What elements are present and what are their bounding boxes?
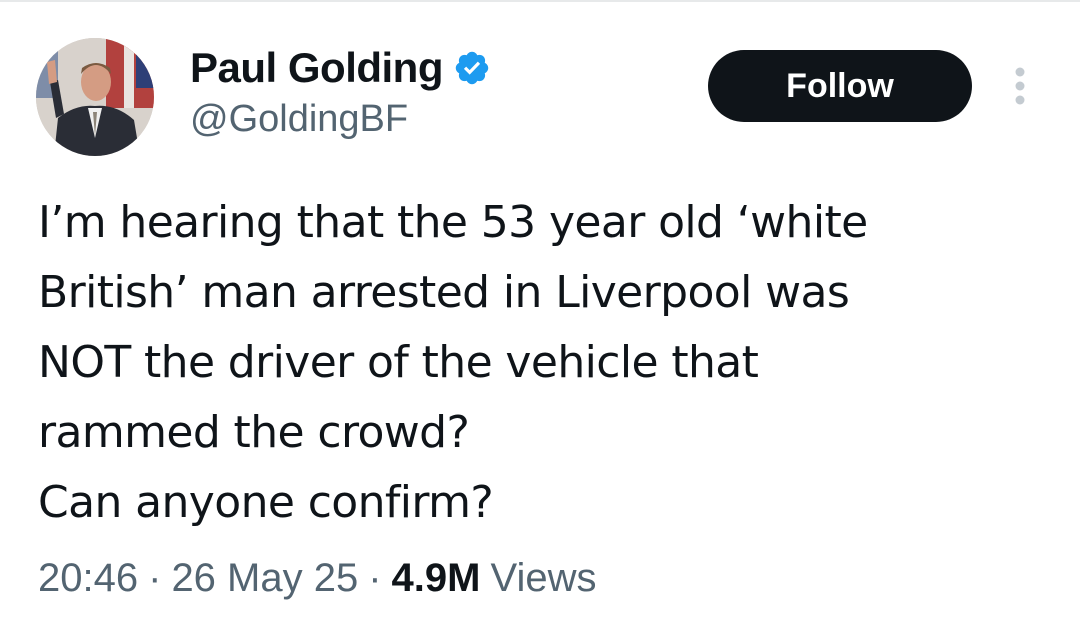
tweet-date[interactable]: 26 May 25 bbox=[171, 556, 358, 601]
views-label: Views bbox=[490, 556, 597, 600]
meta-separator: · bbox=[368, 556, 382, 600]
author-handle[interactable]: @GoldingBF bbox=[190, 98, 408, 141]
views-count[interactable]: 4.9M bbox=[392, 556, 481, 601]
tweet-line: British’ man arrested in Liverpool was bbox=[38, 267, 850, 318]
avatar[interactable] bbox=[36, 38, 154, 156]
top-divider bbox=[0, 0, 1080, 2]
tweet-line: NOT the driver of the vehicle that bbox=[38, 337, 759, 388]
follow-button[interactable]: Follow bbox=[708, 50, 972, 122]
avatar-photo bbox=[36, 38, 154, 156]
tweet-text: I’m hearing that the 53 year old ‘white … bbox=[38, 188, 1048, 538]
meta-separator: · bbox=[148, 556, 162, 600]
author-name-row: Paul Golding bbox=[190, 40, 491, 96]
display-name[interactable]: Paul Golding bbox=[190, 44, 444, 92]
tweet-line: Can anyone confirm? bbox=[38, 477, 494, 528]
tweet-meta: 20:46 · 26 May 25 · 4.9M Views bbox=[38, 556, 596, 601]
tweet-line: I’m hearing that the 53 year old ‘white bbox=[38, 197, 868, 248]
more-vertical-icon[interactable] bbox=[1006, 64, 1034, 108]
tweet-line: rammed the crowd? bbox=[38, 407, 470, 458]
tweet-time[interactable]: 20:46 bbox=[38, 556, 138, 601]
verified-badge-icon bbox=[453, 49, 491, 87]
